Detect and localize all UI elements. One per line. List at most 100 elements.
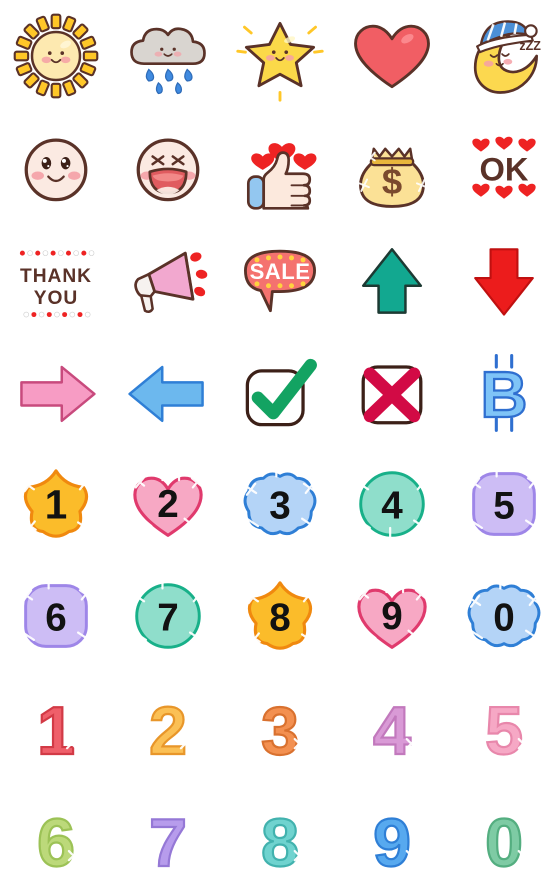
sticker-num-2-heart[interactable]: Number 2 In Pink Heart 2	[112, 448, 224, 560]
sticker-rain-cloud[interactable]: Rain Cloud	[112, 0, 224, 112]
bubble-number-6-icon: 6	[25, 804, 80, 882]
sticker-num-9-heart[interactable]: Number 9 In Pink Heart 9	[336, 560, 448, 672]
number-text: 4	[373, 693, 411, 769]
number-text: 8	[261, 805, 299, 881]
you-text: YOU	[34, 288, 78, 309]
number-text: 0	[493, 597, 514, 640]
number-6-square-icon: 6	[19, 576, 93, 648]
sticker-bubble-4[interactable]: Bubble Number 4 Violet 4	[336, 672, 448, 784]
sticker-num-7-circle[interactable]: Number 7 In Teal Circle 7	[112, 560, 224, 672]
sticker-arrow-up[interactable]: Green Up Arrow	[336, 224, 448, 336]
arrow-left-icon	[128, 365, 204, 423]
money-bag-icon: $	[358, 147, 428, 208]
sticker-letter-b[interactable]: Blue Letter B B	[448, 336, 560, 448]
number-5-square-icon: 5	[467, 464, 541, 536]
sun-icon	[13, 13, 99, 99]
bubble-number-3-icon: 3	[251, 692, 306, 770]
number-text: 5	[493, 485, 514, 528]
number-text: 6	[45, 597, 66, 640]
number-text: 7	[157, 597, 178, 640]
number-text: 2	[149, 693, 187, 769]
sticker-num-1-star[interactable]: Number 1 In Orange Star 1	[0, 448, 112, 560]
thumbs-up-icon	[246, 143, 317, 210]
arrow-down-icon	[474, 248, 534, 316]
sale-speech-bubble-icon: SALE	[244, 249, 316, 313]
megaphone-icon	[134, 251, 208, 314]
bubble-number-2-icon: 2	[137, 692, 192, 770]
sticker-arrow-left[interactable]: Blue Left Arrow	[112, 336, 224, 448]
number-text: 3	[261, 693, 299, 769]
number-text: 2	[157, 483, 178, 526]
sticker-cross-box[interactable]: Red Cross Box	[336, 336, 448, 448]
sticker-bubble-7[interactable]: Bubble Number 7 Purple 7	[112, 784, 224, 896]
sticker-bubble-1[interactable]: Bubble Number 1 Red 1	[0, 672, 112, 784]
sticker-bubble-5[interactable]: Bubble Number 5 Pink 5	[448, 672, 560, 784]
crying-laughing-face-icon	[136, 138, 200, 202]
number-text: 3	[269, 485, 290, 528]
cross-box-icon	[361, 365, 423, 425]
sticker-check-box[interactable]: Green Check Mark Box	[224, 336, 336, 448]
arrow-up-icon	[361, 248, 423, 314]
smiling-face-icon	[24, 138, 88, 202]
number-text: 1	[37, 693, 75, 769]
sticker-arrow-right[interactable]: Pink Right Arrow	[0, 336, 112, 448]
bubble-number-5-icon: 5	[473, 692, 530, 770]
number-text: 1	[45, 482, 68, 528]
number-4-circle-icon: 4	[355, 471, 429, 541]
number-text: 6	[37, 805, 75, 881]
number-text: 7	[149, 805, 187, 881]
sticker-bubble-0[interactable]: Bubble Number 0 Green 0	[448, 784, 560, 896]
sticker-sleepy-moon[interactable]: Sleeping Moon zZZ	[448, 0, 560, 112]
letter-b-icon: B	[479, 353, 529, 432]
rain-cloud-icon	[130, 27, 206, 95]
sticker-bubble-9[interactable]: Bubble Number 9 Blue 9	[336, 784, 448, 896]
number-text: 0	[485, 805, 523, 881]
thank-text: THANK	[20, 266, 92, 287]
sticker-money-bag[interactable]: Money Bag $	[336, 112, 448, 224]
sticker-num-8-star[interactable]: Number 8 In Orange Star 8	[224, 560, 336, 672]
sticker-thank-you[interactable]: Thank You Banner THANK YOU	[0, 224, 112, 336]
number-0-cloud-icon: 0	[467, 576, 541, 648]
sticker-bubble-6[interactable]: Bubble Number 6 Green 6	[0, 784, 112, 896]
arrow-right-icon	[20, 365, 96, 423]
number-8-star-icon: 8	[245, 581, 315, 650]
sleepy-moon-icon: zZZ	[473, 20, 541, 94]
number-text: 4	[381, 485, 403, 528]
bubble-number-7-icon: 7	[137, 804, 192, 882]
sticker-num-5-square[interactable]: Number 5 In Purple Square 5	[448, 448, 560, 560]
emoji-sticker-grid: Smiling Sun	[0, 0, 560, 896]
sticker-arrow-down[interactable]: Red Down Arrow	[448, 224, 560, 336]
bubble-number-0-icon: 0	[473, 804, 530, 882]
letter-b-text: B	[480, 358, 527, 431]
sticker-thumbs-up[interactable]: Thumbs Up With Hearts	[224, 112, 336, 224]
check-mark-box-icon	[245, 358, 317, 427]
sticker-sun[interactable]: Smiling Sun	[0, 0, 112, 112]
sticker-num-6-square[interactable]: Number 6 In Purple Square 6	[0, 560, 112, 672]
sticker-crying-face[interactable]: Crying Laughing Face	[112, 112, 224, 224]
zzz-text: zZZ	[519, 39, 541, 53]
bubble-number-4-icon: 4	[361, 692, 418, 770]
sticker-smile-face[interactable]: Smiling Face	[0, 112, 112, 224]
sticker-num-3-cloud[interactable]: Number 3 In Blue Cloud 3	[224, 448, 336, 560]
sticker-bubble-3[interactable]: Bubble Number 3 Orange 3	[224, 672, 336, 784]
ok-hearts-icon: OK	[472, 136, 536, 199]
star-face-icon	[236, 21, 324, 102]
sticker-num-0-cloud[interactable]: Number 0 In Blue Cloud 0	[448, 560, 560, 672]
sticker-star-face[interactable]: Smiling Star	[224, 0, 336, 112]
thank-you-banner-icon: THANK YOU	[19, 250, 95, 318]
number-text: 9	[381, 595, 402, 638]
ok-text: OK	[480, 150, 529, 187]
sticker-sale-bubble[interactable]: Sale Speech Bubble SALE	[224, 224, 336, 336]
bubble-number-9-icon: 9	[361, 804, 418, 882]
sticker-bubble-2[interactable]: Bubble Number 2 Yellow 2	[112, 672, 224, 784]
number-7-circle-icon: 7	[131, 576, 205, 649]
sticker-megaphone[interactable]: Pink Megaphone	[112, 224, 224, 336]
sticker-num-4-circle[interactable]: Number 4 In Teal Circle 4	[336, 448, 448, 560]
number-text: 8	[269, 597, 290, 640]
heart-icon	[354, 24, 430, 89]
number-2-heart-icon: 2	[133, 467, 203, 537]
sticker-ok-text[interactable]: OK With Hearts OK	[448, 112, 560, 224]
bubble-number-1-icon: 1	[30, 692, 78, 770]
sticker-heart[interactable]: Red Heart	[336, 0, 448, 112]
sticker-bubble-8[interactable]: Bubble Number 8 Teal 8	[224, 784, 336, 896]
